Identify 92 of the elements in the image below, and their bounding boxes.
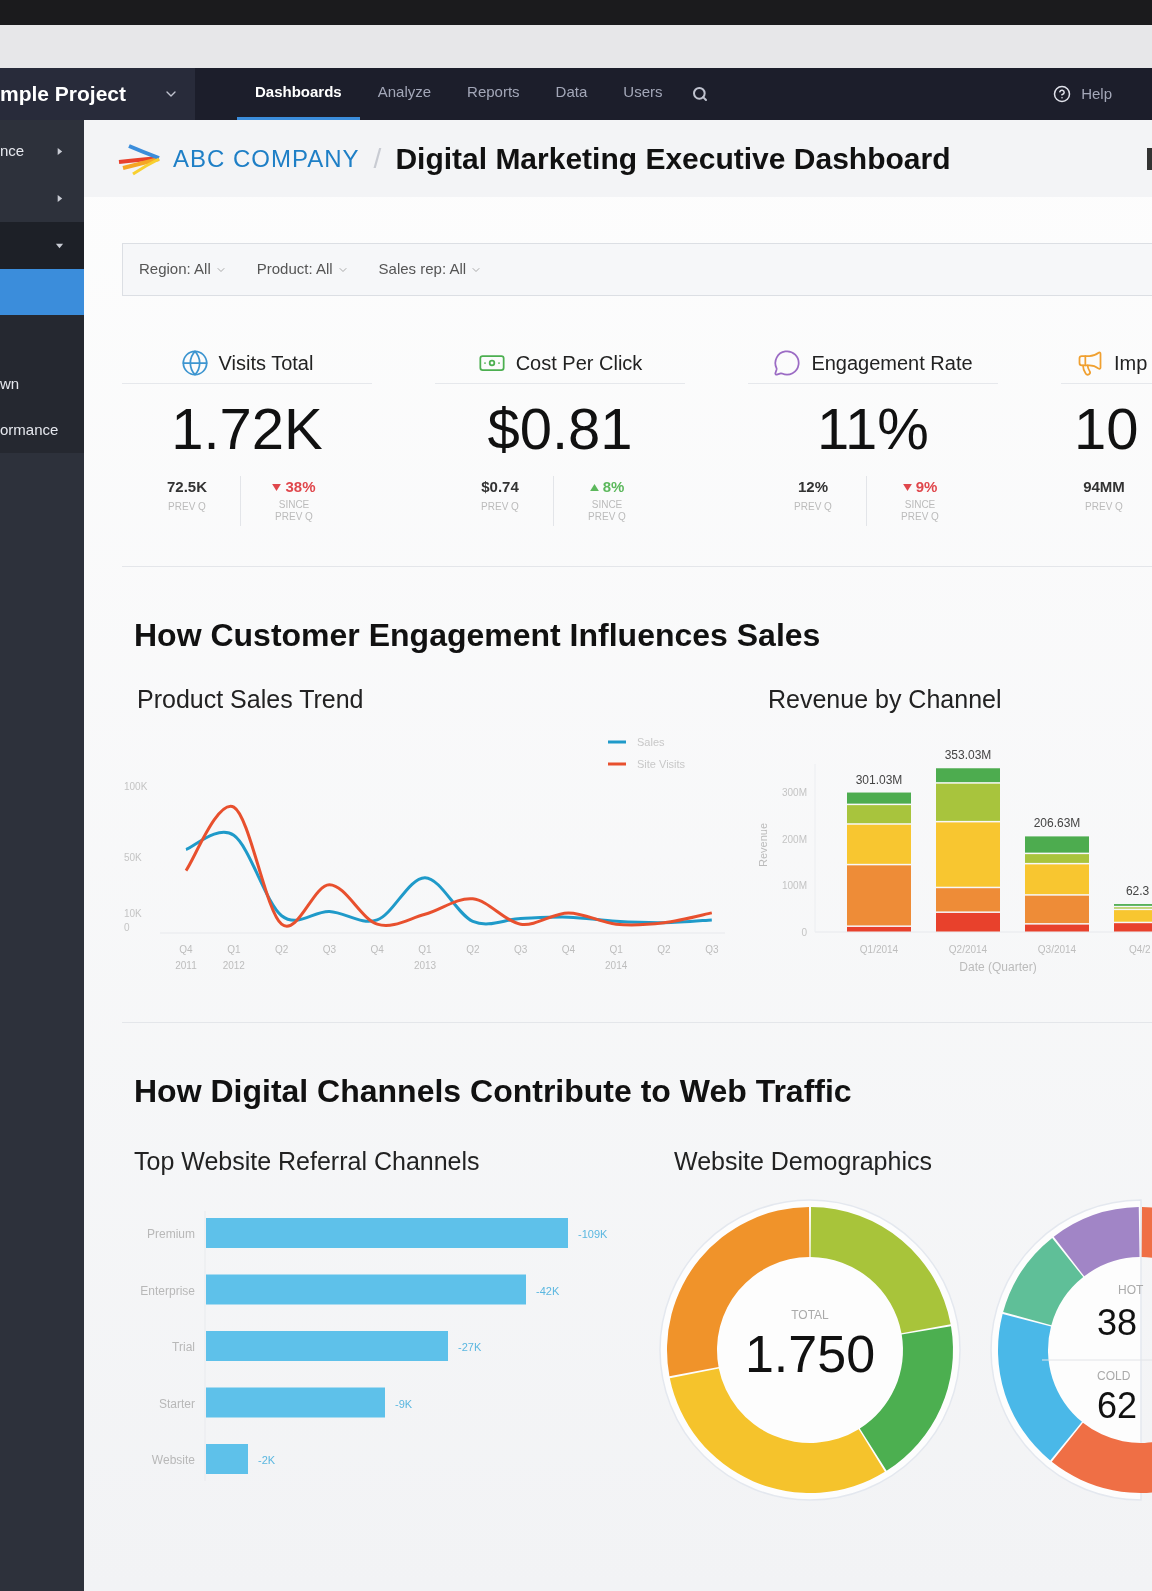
axis-label: Q3 xyxy=(513,943,528,955)
nav-tab[interactable]: Analyze xyxy=(359,68,450,120)
axis-label: Q4 xyxy=(561,943,576,955)
axis-label: Q3 xyxy=(705,943,719,955)
kpi-value: 11% xyxy=(816,395,930,463)
section-heading: How Customer Engagement Influences Sales xyxy=(134,616,822,655)
bar-value-label: -109K xyxy=(578,1228,608,1240)
bar-value-label: 62.3 xyxy=(1125,883,1150,898)
search-icon[interactable] xyxy=(692,86,709,102)
kpi-title: Cost Per Click xyxy=(515,350,643,376)
change-value: 38% xyxy=(285,477,316,497)
axis-label: Q4 xyxy=(370,943,384,955)
caret-icon xyxy=(55,241,64,250)
section-heading: How Digital Channels Contribute to Web Traffic xyxy=(134,1071,853,1111)
nav-tab[interactable]: Data xyxy=(537,68,606,120)
axis-label: Q1 2014 xyxy=(605,943,628,971)
hot-label: HOT xyxy=(1118,1283,1144,1297)
axis-label: Website xyxy=(151,1453,195,1467)
help-icon xyxy=(1053,85,1072,103)
sidebar-subitem[interactable] xyxy=(0,269,84,315)
previous-caption: PREV Q xyxy=(168,499,206,514)
kpi-title: Visits Total xyxy=(218,350,314,376)
bar-icon[interactable] xyxy=(1147,147,1152,170)
bar-value-label: -27K xyxy=(458,1341,482,1353)
previous-value: 94MM xyxy=(1083,477,1125,497)
change-value: 8% xyxy=(602,477,625,497)
axis-label: Q3 xyxy=(322,943,337,955)
axis-title: Revenue xyxy=(757,822,769,867)
filter-dropdown[interactable]: Sales rep: All xyxy=(378,258,483,281)
bar-value-label: 301.03M xyxy=(855,772,903,787)
kpi-title: Imp xyxy=(1114,350,1148,376)
sidebar-subitem[interactable]: wn xyxy=(0,361,84,407)
chart-title: Website Demographics xyxy=(674,1145,933,1177)
sidebar-subitem[interactable]: ormance xyxy=(0,407,84,453)
chart-title: Product Sales Trend xyxy=(137,684,365,715)
dashboard-title: Digital Marketing Executive Dashboard xyxy=(395,141,951,177)
nav-tab[interactable]: Users xyxy=(605,68,681,120)
previous-caption: PREV Q xyxy=(481,499,519,514)
previous-value: $0.74 xyxy=(481,477,519,497)
change-caption: SINCE PREV Q xyxy=(274,498,314,523)
axis-label: Trial xyxy=(172,1340,195,1354)
sidebar-item[interactable] xyxy=(0,222,84,269)
globe-icon xyxy=(180,348,209,377)
cold-label: COLD xyxy=(1097,1369,1131,1383)
kpi-value: $0.81 xyxy=(486,395,634,463)
axis-label: Q4 2011 xyxy=(175,943,197,971)
nav-tab[interactable]: Reports xyxy=(449,68,538,120)
project-switcher[interactable]: mple Project xyxy=(0,68,195,120)
change-caption: SINCE PREV Q xyxy=(587,498,627,523)
axis-label: Premium xyxy=(147,1227,195,1241)
axis-label: Q3/2014 xyxy=(1037,943,1077,955)
bar-value-label: -42K xyxy=(536,1284,560,1297)
cold-value: 62 xyxy=(1097,1385,1138,1426)
axis-label: Q1 2012 xyxy=(222,943,245,971)
kpi-value: 10 xyxy=(1073,395,1139,463)
bar-value-label: 353.03M xyxy=(944,747,992,762)
kpi-title: Engagement Rate xyxy=(811,350,973,376)
kpi-value: 1.72K xyxy=(170,395,324,463)
bar-value-label: 206.63M xyxy=(1033,815,1081,830)
hot-value: 38 xyxy=(1097,1302,1138,1343)
axis-title: Date (Quarter) xyxy=(959,959,1037,974)
speech-bubble-icon xyxy=(773,348,802,377)
company-name: ABC COMPANY xyxy=(173,143,360,174)
previous-caption: PREV Q xyxy=(1085,499,1123,514)
previous-value: 72.5K xyxy=(167,477,207,497)
filter-dropdown[interactable]: Product: All xyxy=(256,258,349,281)
total-label: TOTAL xyxy=(791,1308,829,1322)
previous-caption: PREV Q xyxy=(794,499,832,514)
change-value: 9% xyxy=(915,477,938,497)
bar-value-label: -9K xyxy=(395,1397,413,1410)
axis-label: Q4/2 xyxy=(1128,943,1151,955)
axis-label: Q2 xyxy=(657,943,671,955)
sidebar-item[interactable]: nce xyxy=(0,128,84,175)
logo-icon xyxy=(117,141,161,176)
caret-icon xyxy=(55,147,64,156)
change-caption: SINCE PREV Q xyxy=(900,498,940,523)
bar-value-label: -2K xyxy=(258,1454,276,1466)
axis-label: Q2 xyxy=(466,943,480,955)
chart-title: Top Website Referral Channels xyxy=(134,1145,481,1177)
breadcrumb-separator: / xyxy=(373,141,382,176)
help-button[interactable]: Help xyxy=(1053,68,1112,120)
caret-icon xyxy=(55,194,64,203)
filter-dropdown[interactable]: Region: All xyxy=(139,258,227,281)
axis-label: Q1 2013 xyxy=(413,943,437,971)
axis-label: Q1/2014 xyxy=(859,943,899,955)
axis-label: Q2/2014 xyxy=(948,943,988,955)
previous-value: 12% xyxy=(798,477,828,497)
axis-label: Starter xyxy=(159,1396,195,1411)
total-value: 1.750 xyxy=(744,1325,876,1383)
chart-title: Revenue by Channel xyxy=(768,684,1003,715)
axis-label: Enterprise xyxy=(140,1283,195,1298)
bar xyxy=(206,1444,248,1474)
